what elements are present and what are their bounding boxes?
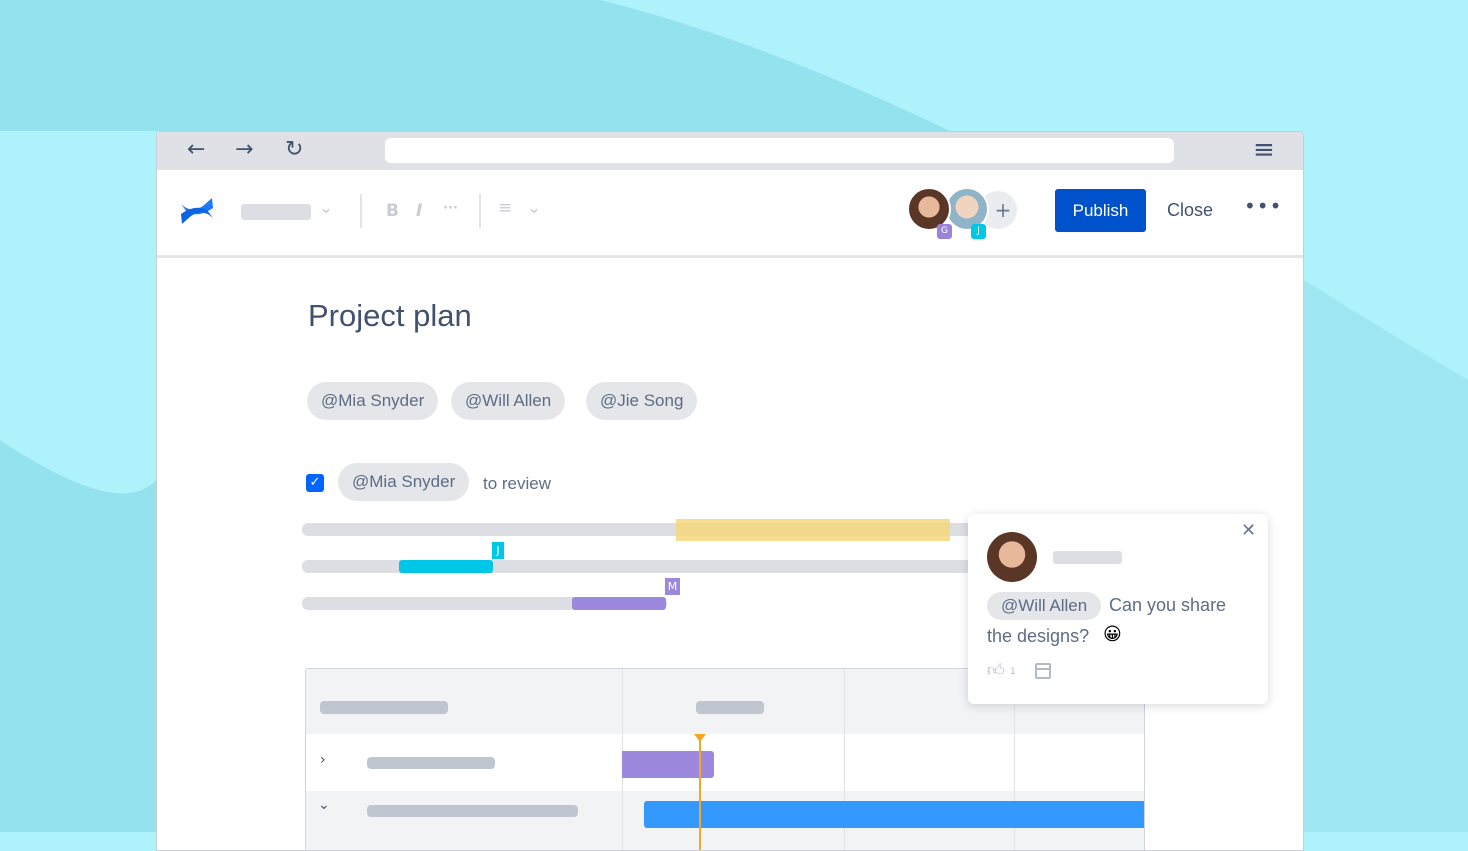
expand-chevron-icon[interactable]: ›	[320, 752, 326, 768]
mention-chip[interactable]: @Will Allen	[451, 382, 566, 420]
smile-emoji-icon: 😀	[1103, 624, 1122, 645]
today-line	[699, 734, 701, 850]
more-formatting-button[interactable]: ···	[443, 201, 458, 216]
divider	[479, 194, 481, 228]
close-icon[interactable]: ✕	[1241, 520, 1256, 541]
align-icon[interactable]: ≡	[498, 198, 512, 218]
row-placeholder	[367, 805, 578, 817]
collaborator-badge: J	[971, 224, 986, 239]
chevron-down-icon[interactable]: ⌄	[527, 198, 541, 218]
cursor-marker-j: J	[492, 542, 504, 559]
row-placeholder	[367, 757, 495, 769]
collapse-chevron-icon[interactable]: ⌄	[318, 797, 330, 813]
more-options-button[interactable]: •••	[1244, 194, 1282, 218]
browser-bar: ← → ↻ ≡	[157, 132, 1303, 170]
close-button[interactable]: Close	[1167, 200, 1213, 221]
highlight-bar	[676, 519, 950, 541]
mention-chip[interactable]: @Mia Snyder	[307, 382, 439, 420]
task-text: to review	[483, 474, 552, 493]
address-bar[interactable]	[385, 138, 1174, 163]
browser-window: ← → ↻ ≡ ⌄ B I ··· ≡ ⌄ + G J Publish Clos…	[156, 131, 1304, 851]
back-icon[interactable]: ←	[187, 138, 205, 162]
menu-icon[interactable]: ≡	[1253, 137, 1275, 163]
collaborator-badge: G	[937, 224, 952, 239]
forward-icon[interactable]: →	[235, 138, 253, 162]
divider	[360, 194, 362, 228]
archive-icon[interactable]	[1035, 663, 1051, 679]
text-style-dropdown[interactable]	[241, 204, 311, 220]
publish-button[interactable]: Publish	[1055, 189, 1146, 232]
avatar	[987, 532, 1037, 582]
chevron-down-icon[interactable]: ⌄	[319, 198, 333, 218]
mention-chip[interactable]: @Jie Song	[586, 382, 698, 420]
purple-progress-bar	[572, 597, 666, 610]
italic-button[interactable]: I	[416, 201, 422, 221]
bold-button[interactable]: B	[386, 201, 399, 221]
comment-text: Can you share	[1109, 595, 1227, 615]
comment-popup: ✕ @Will Allen Can you share the designs?…	[968, 514, 1268, 704]
cyan-progress-bar	[399, 560, 493, 573]
page-title: Project plan	[308, 298, 472, 333]
header-placeholder	[320, 701, 448, 714]
thumbs-up-icon[interactable]: 👍︎	[987, 660, 1005, 681]
reload-icon[interactable]: ↻	[285, 138, 303, 162]
task-checkbox[interactable]: ✓	[306, 474, 324, 492]
cursor-marker-m: M	[665, 578, 680, 595]
header-placeholder	[696, 701, 764, 714]
today-marker-icon	[694, 734, 706, 742]
editor-toolbar: ⌄ B I ··· ≡ ⌄ + G J Publish Close •••	[157, 170, 1303, 258]
roadmap-bar-blue[interactable]	[644, 801, 1144, 828]
author-placeholder	[1053, 551, 1122, 564]
comment-text: the designs?	[987, 626, 1090, 646]
mention-chip[interactable]: @Will Allen	[987, 592, 1102, 620]
mention-chip[interactable]: @Mia Snyder	[338, 463, 470, 501]
confluence-logo-icon	[181, 198, 213, 224]
like-count: 1	[1010, 667, 1016, 677]
